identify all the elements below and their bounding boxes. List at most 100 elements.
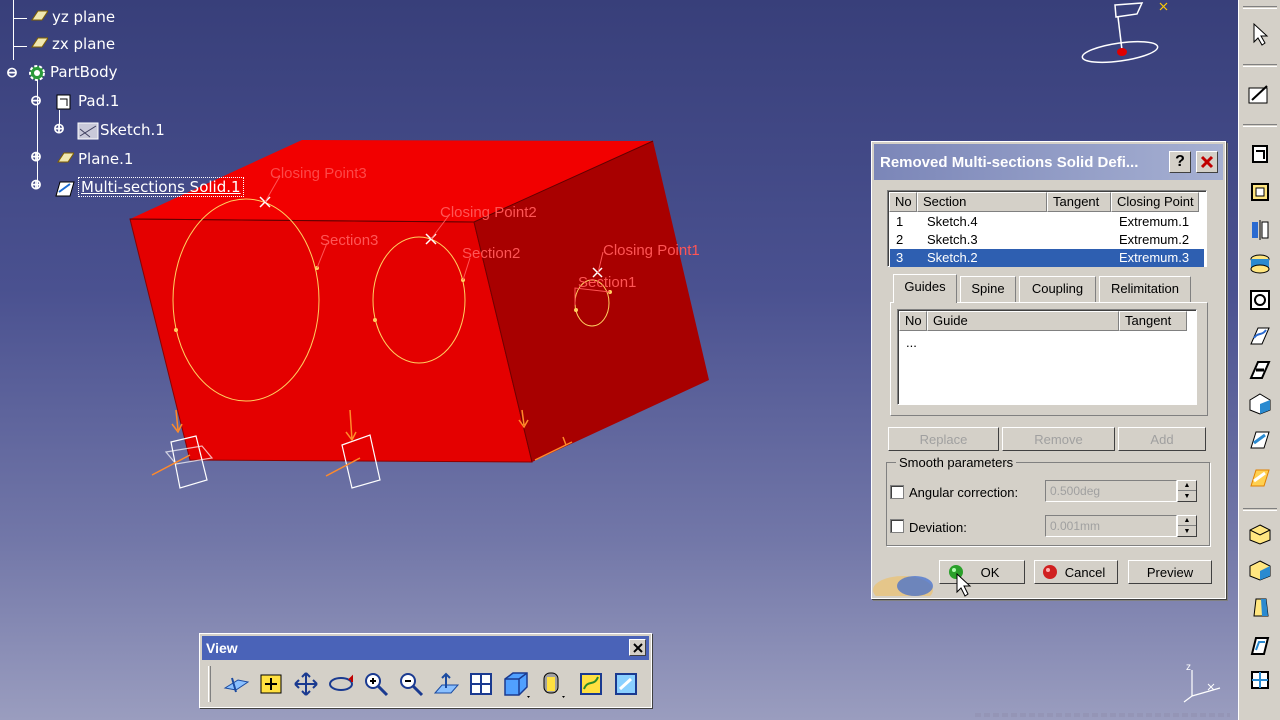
fit-all-in-icon[interactable] xyxy=(255,668,287,700)
stiffener-icon[interactable] xyxy=(1245,390,1275,418)
tree-label: zx plane xyxy=(52,35,116,53)
chamfer-icon[interactable] xyxy=(1245,556,1275,584)
rotate-icon[interactable] xyxy=(325,668,357,700)
normal-view-icon[interactable] xyxy=(430,668,462,700)
expand-multisections-toggle[interactable]: ⊕ xyxy=(30,177,42,191)
deviation-input[interactable]: 0.001mm xyxy=(1045,515,1177,537)
multi-sections-solid-icon[interactable] xyxy=(1245,426,1275,454)
pad-icon xyxy=(54,92,74,110)
hide-show-icon[interactable] xyxy=(575,668,607,700)
tree-item-plane-1[interactable]: Plane.1 xyxy=(54,148,133,170)
tree-item-multi-sections-solid-1[interactable]: Multi-sections Solid.1 xyxy=(54,176,244,198)
thickness-icon[interactable] xyxy=(1245,666,1275,694)
sketcher-icon[interactable] xyxy=(1245,80,1275,108)
pad-icon[interactable] xyxy=(1245,140,1275,168)
groove-icon[interactable] xyxy=(1245,250,1275,278)
add-button[interactable]: Add xyxy=(1118,427,1206,451)
column-header-guide[interactable]: Guide xyxy=(927,311,1119,331)
shading-icon[interactable] xyxy=(535,668,567,700)
deviation-spinner[interactable]: ▲ ▼ xyxy=(1177,515,1197,537)
table-row-selected[interactable]: 3 Sketch.2 Extremum.3 xyxy=(890,249,1204,267)
multi-view-icon[interactable] xyxy=(465,668,497,700)
ok-button[interactable]: OK xyxy=(939,560,1025,584)
column-header-closing-point[interactable]: Closing Point xyxy=(1111,192,1199,212)
compass-widget[interactable] xyxy=(1080,0,1170,70)
fly-mode-icon[interactable] xyxy=(220,668,252,700)
tree-item-zx-plane[interactable]: zx plane xyxy=(28,33,115,55)
expand-plane-toggle[interactable]: ⊕ xyxy=(30,149,42,163)
tree-item-pad-1[interactable]: Pad.1 xyxy=(54,90,119,112)
column-header-tangent[interactable]: Tangent xyxy=(1047,192,1111,212)
plane-icon xyxy=(28,8,49,26)
guides-table[interactable]: No Guide Tangent ... xyxy=(897,309,1197,405)
closing-point1-label: Closing Point1 xyxy=(603,242,700,259)
tab-relimitation[interactable]: Relimitation xyxy=(1099,276,1191,302)
close-icon[interactable] xyxy=(629,639,646,656)
view-toolbar[interactable]: View xyxy=(199,633,652,708)
angular-correction-spinner[interactable]: ▲ ▼ xyxy=(1177,480,1197,502)
mouse-cursor-icon xyxy=(956,572,972,597)
tree-label: PartBody xyxy=(50,63,118,81)
tab-spine[interactable]: Spine xyxy=(960,276,1016,302)
table-row[interactable]: 1 Sketch.4 Extremum.1 xyxy=(890,213,1204,231)
tree-item-yz-plane[interactable]: yz plane xyxy=(28,6,115,28)
column-header-section[interactable]: Section xyxy=(917,192,1047,212)
tree-item-partbody[interactable]: PartBody xyxy=(26,61,117,83)
specification-tree[interactable]: yz plane zx plane ⊖ PartBody ⊖ Pad.1 ⊕ S… xyxy=(0,0,300,200)
smooth-parameters-title: Smooth parameters xyxy=(896,455,1017,470)
hole-icon[interactable] xyxy=(1245,286,1275,314)
pan-icon[interactable] xyxy=(290,668,322,700)
angular-correction-checkbox[interactable] xyxy=(890,485,904,499)
zoom-out-icon[interactable] xyxy=(395,668,427,700)
isometric-view-icon[interactable] xyxy=(500,668,532,700)
slot-icon[interactable] xyxy=(1245,356,1275,384)
tree-item-sketch-1[interactable]: Sketch.1 xyxy=(76,119,165,141)
tree-label: yz plane xyxy=(52,8,116,26)
zoom-in-icon[interactable] xyxy=(360,668,392,700)
multi-sections-solid-icon xyxy=(54,178,75,197)
tab-coupling[interactable]: Coupling xyxy=(1019,276,1096,302)
removed-multi-sections-solid-icon[interactable] xyxy=(1245,464,1275,492)
view-toolbar-title: View xyxy=(206,640,238,656)
collapse-partbody-toggle[interactable]: ⊖ xyxy=(6,65,18,79)
draft-icon[interactable] xyxy=(1245,594,1275,622)
close-icon[interactable] xyxy=(1196,151,1218,173)
column-header-no[interactable]: No xyxy=(899,311,927,331)
body-gear-icon xyxy=(26,63,46,81)
shell-icon[interactable] xyxy=(1245,632,1275,660)
plane-icon xyxy=(28,35,49,53)
dialog-title: Removed Multi-sections Solid Defi... xyxy=(880,153,1139,171)
tree-label: Sketch.1 xyxy=(100,121,165,139)
help-button[interactable]: ? xyxy=(1169,151,1191,173)
tree-label: Multi-sections Solid.1 xyxy=(78,177,244,197)
status-bar-fragment xyxy=(975,713,1230,717)
table-row[interactable]: 2 Sketch.3 Extremum.2 xyxy=(890,231,1204,249)
tree-label: Pad.1 xyxy=(78,92,120,110)
select-icon[interactable] xyxy=(1245,20,1275,48)
remove-button[interactable]: Remove xyxy=(1002,427,1115,451)
sections-table[interactable]: No Section Tangent Closing Point 1 Sketc… xyxy=(887,190,1207,267)
fillet-icon[interactable] xyxy=(1245,520,1275,548)
swap-visible-space-icon[interactable] xyxy=(610,668,642,700)
dialog-titlebar[interactable]: Removed Multi-sections Solid Defi... ? xyxy=(874,144,1223,180)
sketch-icon xyxy=(76,121,99,140)
column-header-tangent[interactable]: Tangent xyxy=(1119,311,1187,331)
replace-button[interactable]: Replace xyxy=(888,427,999,451)
table-row[interactable]: ... xyxy=(900,334,1194,352)
column-header-no[interactable]: No xyxy=(889,192,917,212)
pocket-icon[interactable] xyxy=(1245,178,1275,206)
section3-label: Section3 xyxy=(320,232,378,249)
deviation-label: Deviation: xyxy=(909,520,967,535)
view-toolbar-titlebar[interactable]: View xyxy=(202,636,649,660)
collapse-pad-toggle[interactable]: ⊖ xyxy=(30,93,42,107)
shaft-icon[interactable] xyxy=(1245,216,1275,244)
angular-correction-input[interactable]: 0.500deg xyxy=(1045,480,1177,502)
rib-icon[interactable] xyxy=(1245,322,1275,350)
cancel-button[interactable]: Cancel xyxy=(1034,560,1118,584)
tab-guides[interactable]: Guides xyxy=(893,274,957,303)
expand-sketch-toggle[interactable]: ⊕ xyxy=(53,121,65,135)
preview-button[interactable]: Preview xyxy=(1128,560,1212,584)
axis-system-icon: z xyxy=(1183,662,1221,703)
deviation-checkbox[interactable] xyxy=(890,519,904,533)
angular-correction-label: Angular correction: xyxy=(909,485,1019,500)
